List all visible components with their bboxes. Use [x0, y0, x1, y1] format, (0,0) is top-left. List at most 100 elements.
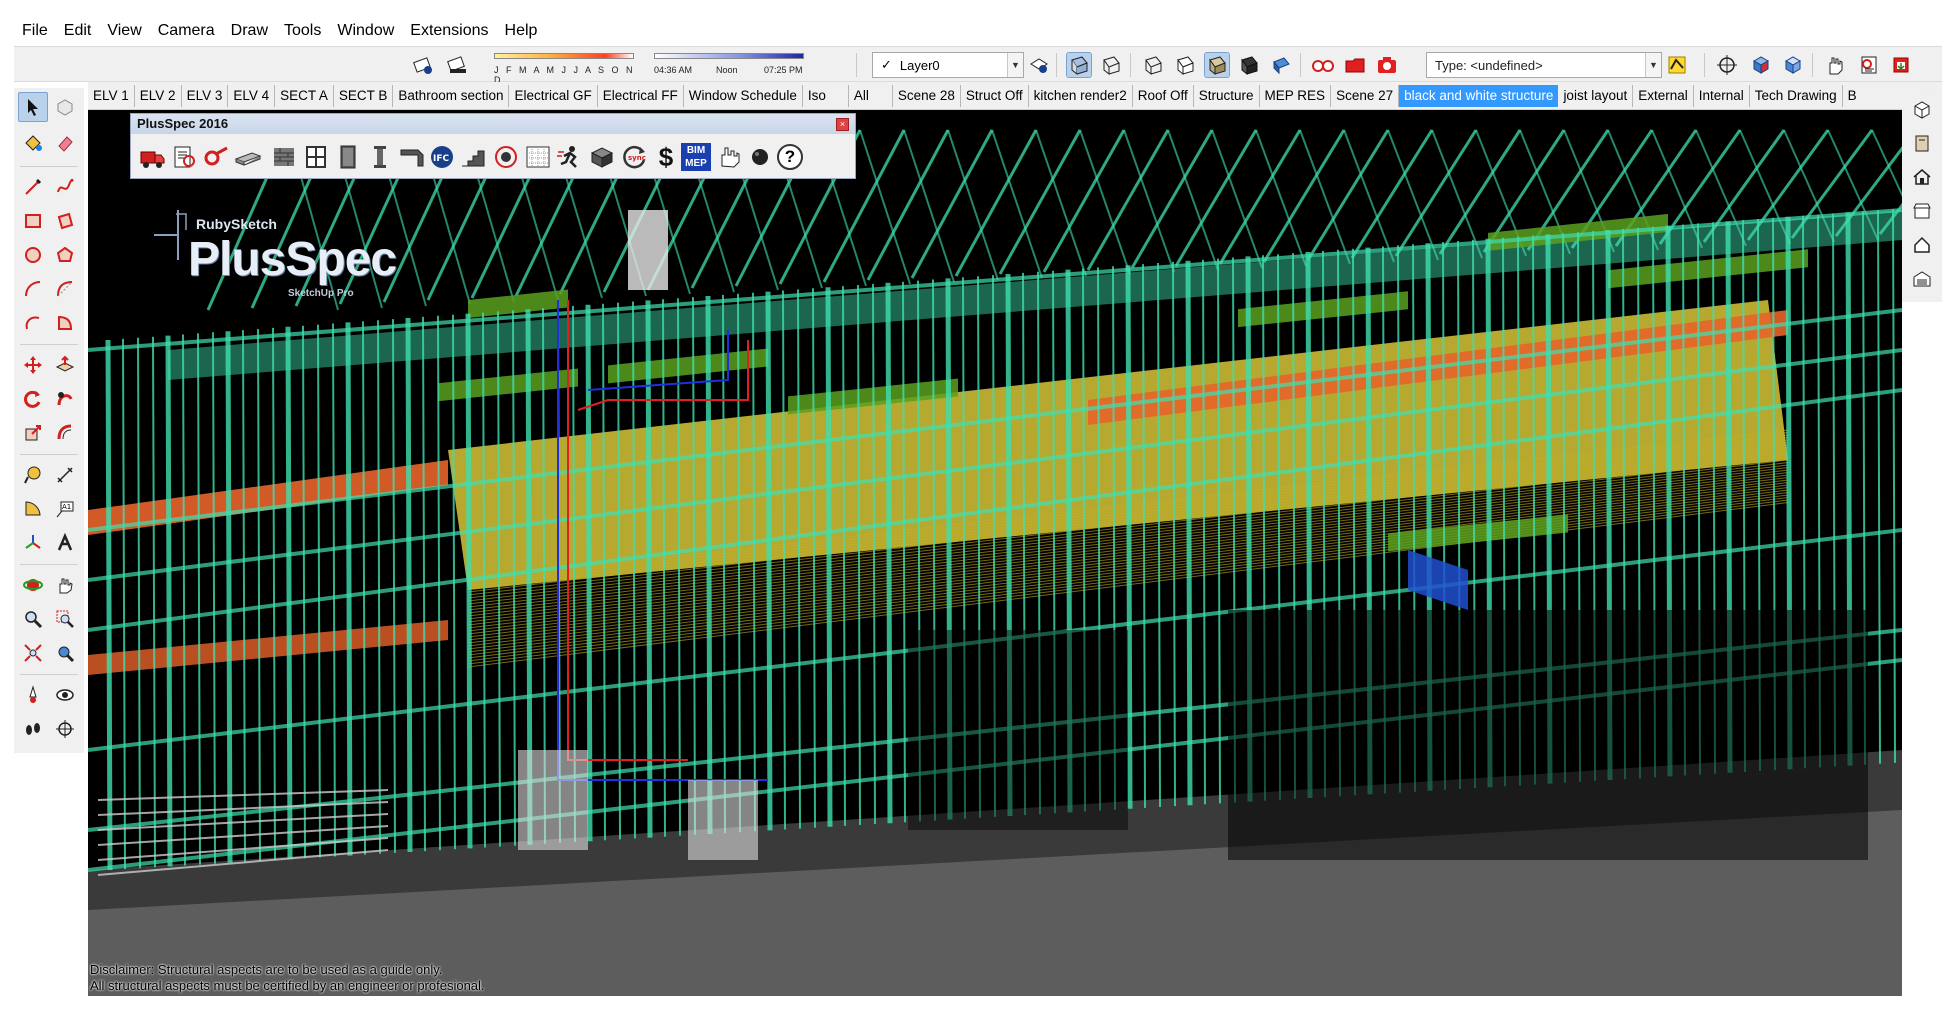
rectangle-tool-icon[interactable]: [18, 206, 48, 236]
dimension-tool-icon[interactable]: [50, 460, 80, 490]
tab-joist-layout[interactable]: joist layout: [1558, 84, 1634, 107]
scale-tool-icon[interactable]: [18, 418, 48, 448]
paint-bucket-icon[interactable]: [18, 128, 48, 158]
tab-truncated[interactable]: B: [1843, 85, 1862, 107]
zoom-extents-icon[interactable]: [18, 638, 48, 668]
plusspec-panel-title[interactable]: PlusSpec 2016: [131, 114, 855, 134]
menu-camera[interactable]: Camera: [150, 14, 223, 48]
measure-icon[interactable]: [201, 142, 231, 172]
hidden-line-icon[interactable]: [1172, 52, 1198, 78]
bim-mep-icon[interactable]: BIM MEP: [681, 142, 711, 172]
circle-tool-icon[interactable]: [18, 240, 48, 270]
cube-iso-icon[interactable]: [1780, 52, 1806, 78]
warehouse-icon[interactable]: [1907, 94, 1937, 124]
monochrome-icon[interactable]: [1268, 52, 1294, 78]
shaded-textures-icon[interactable]: [1236, 52, 1262, 78]
tab-bathroom-section[interactable]: Bathroom section: [393, 84, 510, 107]
time-slider-bar[interactable]: [654, 53, 804, 59]
home-icon[interactable]: [1907, 162, 1937, 192]
rotate-tool-icon[interactable]: [18, 384, 48, 414]
tab-kitchen-render2[interactable]: kitchen render2: [1029, 84, 1133, 107]
tab-all[interactable]: All: [849, 84, 893, 107]
position-camera-icon[interactable]: [1714, 52, 1740, 78]
text-tool-icon[interactable]: A1: [50, 494, 80, 524]
zoom-window-icon[interactable]: [50, 604, 80, 634]
window-icon[interactable]: [301, 142, 331, 172]
column-icon[interactable]: [365, 142, 395, 172]
store-icon[interactable]: [1907, 196, 1937, 226]
shadow-settings-icon[interactable]: [444, 52, 470, 78]
extension-warehouse-icon[interactable]: [1907, 128, 1937, 158]
report-icon[interactable]: [1856, 52, 1882, 78]
stairs-icon[interactable]: [459, 142, 489, 172]
brick-wall-icon[interactable]: [269, 142, 299, 172]
shaded-icon[interactable]: [1204, 52, 1230, 78]
freehand-icon[interactable]: [50, 172, 80, 202]
shadow-toggle-icon[interactable]: [410, 52, 436, 78]
cube-blue-icon[interactable]: [1748, 52, 1774, 78]
polygon-tool-icon[interactable]: [50, 240, 80, 270]
menu-view[interactable]: View: [99, 14, 149, 48]
layer-dropdown[interactable]: ✓ Layer0 ▼: [872, 52, 1024, 78]
tab-tech-drawing[interactable]: Tech Drawing: [1750, 84, 1843, 107]
tab-window-schedule[interactable]: Window Schedule: [684, 84, 803, 107]
back-edges-icon[interactable]: [1098, 52, 1124, 78]
menu-extensions[interactable]: Extensions: [402, 14, 496, 48]
offset-tool-icon[interactable]: [50, 418, 80, 448]
tab-black-and-white-structure[interactable]: black and white structure: [1399, 84, 1559, 107]
help-icon[interactable]: ?: [775, 142, 805, 172]
menu-draw[interactable]: Draw: [223, 14, 276, 48]
menu-edit[interactable]: Edit: [56, 14, 100, 48]
runner-icon[interactable]: [555, 142, 585, 172]
arc-tool-icon[interactable]: [18, 274, 48, 304]
position-camera-tool-icon[interactable]: [18, 680, 48, 710]
tab-electrical-ff[interactable]: Electrical FF: [598, 84, 684, 107]
tab-external[interactable]: External: [1633, 84, 1694, 107]
select-tool-icon[interactable]: [18, 92, 48, 122]
specification-sheet-icon[interactable]: [169, 142, 199, 172]
ifc-icon[interactable]: IFC: [427, 142, 457, 172]
export-icon[interactable]: [1888, 52, 1914, 78]
tab-struct-off[interactable]: Struct Off: [961, 84, 1029, 107]
menu-help[interactable]: Help: [497, 14, 546, 48]
look-around-icon[interactable]: [50, 680, 80, 710]
garage-icon[interactable]: [1907, 264, 1937, 294]
house-outline-icon[interactable]: [1907, 230, 1937, 260]
tab-mep-res[interactable]: MEP RES: [1260, 84, 1332, 107]
pan-tool-icon[interactable]: [50, 570, 80, 600]
shadow-time-slider[interactable]: J F M A M J J A S O N D 04:36 AM Noon 07…: [484, 51, 814, 85]
follow-me-icon[interactable]: [50, 384, 80, 414]
walk-tool-icon[interactable]: [18, 714, 48, 744]
slab-icon[interactable]: [233, 142, 263, 172]
dollar-icon[interactable]: $: [651, 142, 681, 172]
tab-sect-b[interactable]: SECT B: [334, 84, 394, 107]
menu-file[interactable]: File: [14, 14, 56, 48]
tab-scene-27[interactable]: Scene 27: [1331, 84, 1400, 107]
orbit-tool-icon[interactable]: [18, 570, 48, 600]
truck-icon[interactable]: [137, 142, 167, 172]
pointer-hand-icon[interactable]: [715, 142, 745, 172]
render-camera-icon[interactable]: [491, 142, 521, 172]
door-icon[interactable]: [333, 142, 363, 172]
tab-iso[interactable]: Iso: [803, 84, 849, 107]
chevron-down-icon[interactable]: ▼: [1007, 53, 1023, 77]
3d-text-icon[interactable]: [50, 528, 80, 558]
tab-internal[interactable]: Internal: [1694, 84, 1750, 107]
glasses-icon[interactable]: [1310, 52, 1336, 78]
layer-manager-icon[interactable]: [1026, 52, 1052, 78]
sync-icon[interactable]: sync: [619, 142, 649, 172]
grid-icon[interactable]: [523, 142, 553, 172]
previous-view-icon[interactable]: [50, 638, 80, 668]
pie-tool-icon[interactable]: [50, 308, 80, 338]
tab-roof-off[interactable]: Roof Off: [1133, 84, 1194, 107]
tab-elv3[interactable]: ELV 3: [182, 84, 229, 107]
protractor-icon[interactable]: [18, 494, 48, 524]
zoom-tool-icon[interactable]: [18, 604, 48, 634]
tab-structure[interactable]: Structure: [1194, 84, 1260, 107]
hand-tool-icon[interactable]: [1822, 52, 1848, 78]
tab-sect-a[interactable]: SECT A: [275, 84, 334, 107]
move-tool-icon[interactable]: [18, 350, 48, 380]
tab-elv4[interactable]: ELV 4: [228, 84, 276, 107]
sphere-icon[interactable]: [745, 142, 775, 172]
close-icon[interactable]: ×: [836, 118, 849, 131]
